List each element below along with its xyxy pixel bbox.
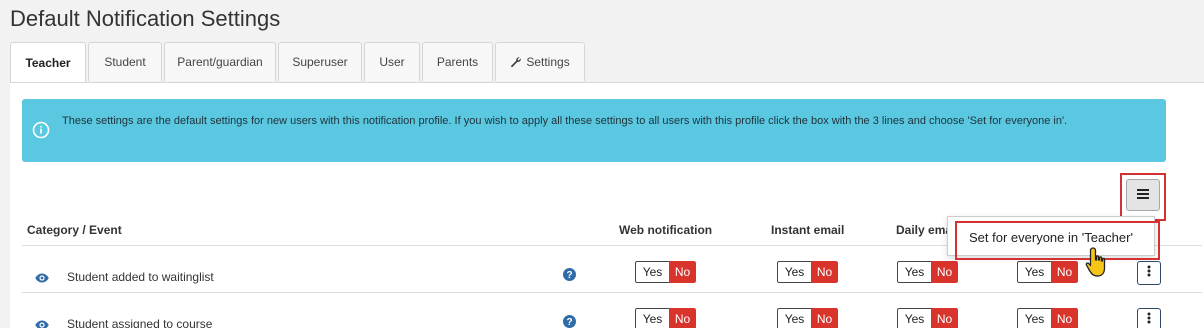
eye-icon[interactable] (35, 317, 49, 328)
column-header-web-notification: Web notification (619, 223, 713, 237)
tab-student[interactable]: Student (88, 42, 162, 81)
toggle-no[interactable]: No (811, 308, 838, 328)
column-header-daily-email: Daily ema (896, 223, 953, 237)
tab-label: User (379, 55, 405, 69)
row-divider (22, 292, 1202, 293)
eye-icon[interactable] (35, 270, 49, 288)
toggle-yes[interactable]: Yes (635, 261, 669, 283)
svg-text:?: ? (566, 270, 572, 281)
toggle-yes[interactable]: Yes (777, 261, 811, 283)
tab-settings[interactable]: Settings (495, 42, 585, 81)
toggle-no[interactable]: No (1051, 261, 1078, 283)
toggle-no[interactable]: No (931, 308, 958, 328)
bulk-menu-button[interactable] (1126, 179, 1160, 211)
web-notification-toggle[interactable]: Yes No (635, 261, 696, 283)
instant-email-toggle[interactable]: Yes No (777, 261, 838, 283)
toggle-no[interactable]: No (811, 261, 838, 283)
toggle-no[interactable]: No (669, 261, 696, 283)
tab-label: Student (104, 55, 146, 69)
tab-bar: Teacher Student Parent/guardian Superuse… (10, 42, 587, 83)
instant-email-toggle[interactable]: Yes No (777, 308, 838, 328)
tab-parents[interactable]: Parents (422, 42, 493, 81)
tab-parent-guardian[interactable]: Parent/guardian (164, 42, 276, 81)
event-label: Student added to waitinglist (67, 270, 214, 284)
column-header-instant-email: Instant email (771, 223, 845, 237)
hand-pointer-cursor-icon (1084, 246, 1114, 285)
kebab-icon (1147, 264, 1151, 282)
table-row: Student assigned to course ? Yes No Yes No… (10, 308, 1204, 328)
toggle-no[interactable]: No (1051, 308, 1078, 328)
row-menu-button[interactable] (1137, 261, 1161, 285)
wrench-icon (510, 56, 522, 68)
daily-email-toggle[interactable]: Yes No (897, 308, 958, 328)
web-notification-toggle[interactable]: Yes No (635, 308, 696, 328)
extra-notification-toggle[interactable]: Yes No (1017, 261, 1078, 283)
tab-label: Teacher (25, 56, 71, 70)
column-header-category: Category / Event (27, 223, 122, 237)
tab-label: Superuser (292, 55, 348, 69)
toggle-yes[interactable]: Yes (897, 308, 931, 328)
tab-label: Parents (436, 55, 479, 69)
help-icon[interactable]: ? (563, 268, 576, 286)
info-alert: These settings are the default settings … (22, 99, 1166, 162)
tab-label: Settings (526, 55, 570, 69)
page-title: Default Notification Settings (10, 6, 281, 31)
toggle-yes[interactable]: Yes (777, 308, 811, 328)
svg-text:?: ? (566, 317, 572, 328)
row-menu-button[interactable] (1137, 308, 1161, 328)
event-label: Student assigned to course (67, 317, 213, 328)
kebab-icon (1147, 311, 1151, 328)
daily-email-toggle[interactable]: Yes No (897, 261, 958, 283)
toggle-yes[interactable]: Yes (1017, 261, 1051, 283)
toggle-no[interactable]: No (931, 261, 958, 283)
set-for-everyone-menu-item[interactable]: Set for everyone in 'Teacher' (969, 230, 1133, 245)
toggle-yes[interactable]: Yes (1017, 308, 1051, 328)
hamburger-icon (1137, 186, 1149, 204)
tab-superuser[interactable]: Superuser (278, 42, 362, 81)
tab-user[interactable]: User (364, 42, 420, 81)
tab-panel: These settings are the default settings … (10, 82, 1204, 328)
info-text: These settings are the default settings … (62, 115, 1068, 127)
toggle-yes[interactable]: Yes (897, 261, 931, 283)
tab-teacher[interactable]: Teacher (10, 42, 86, 83)
extra-notification-toggle[interactable]: Yes No (1017, 308, 1078, 328)
help-icon[interactable]: ? (563, 315, 576, 328)
toggle-no[interactable]: No (669, 308, 696, 328)
info-icon (32, 121, 50, 144)
toggle-yes[interactable]: Yes (635, 308, 669, 328)
table-row: Student added to waitinglist ? Yes No Yes… (10, 261, 1204, 291)
tab-label: Parent/guardian (177, 55, 263, 69)
